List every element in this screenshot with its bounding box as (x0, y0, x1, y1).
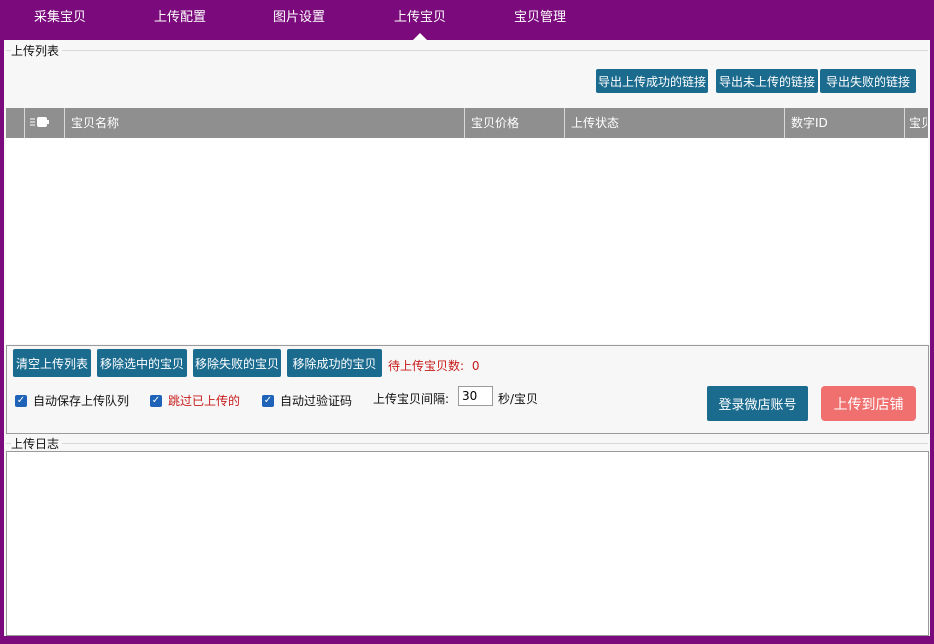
upload-controls-panel: 清空上传列表 移除选中的宝贝 移除失败的宝贝 移除成功的宝贝 待上传宝贝数: 0… (6, 345, 929, 434)
select-all-header[interactable] (24, 108, 63, 138)
auto-save-queue-checkbox[interactable]: ✓ 自动保存上传队列 (15, 392, 129, 409)
tab-upload-items[interactable]: 上传宝贝 (394, 0, 446, 40)
remove-success-items-button[interactable]: 移除成功的宝贝 (287, 349, 382, 377)
checkmark-icon: ✓ (262, 394, 274, 407)
checkbox-label: 跳过已上传的 (168, 394, 241, 408)
tab-upload-config[interactable]: 上传配置 (154, 0, 206, 40)
checkmark-icon: ✓ (15, 394, 27, 407)
tab-label: 上传宝贝 (394, 10, 447, 25)
upload-interval-label: 上传宝贝间隔: (373, 392, 450, 406)
pending-count-label: 待上传宝贝数: (388, 359, 465, 373)
column-header-numeric-id[interactable]: 数字ID (784, 108, 905, 138)
upload-interval-unit: 秒/宝贝 (498, 392, 539, 406)
divider (6, 50, 928, 51)
column-header-item-extra[interactable]: 宝贝 (904, 108, 927, 138)
pending-count-value: 0 (471, 359, 480, 373)
column-header-item-price[interactable]: 宝贝价格 (464, 108, 565, 138)
login-weidian-button[interactable]: 登录微店账号 (707, 386, 808, 421)
upload-interval-input[interactable] (458, 386, 493, 406)
export-success-links-button[interactable]: 导出上传成功的链接 (596, 69, 708, 93)
tab-label: 图片设置 (273, 10, 326, 25)
tab-collect[interactable]: 采集宝贝 (34, 0, 86, 40)
checkbox-label: 自动过验证码 (280, 394, 353, 408)
checkbox-label: 自动保存上传队列 (33, 394, 130, 408)
remove-failed-items-button[interactable]: 移除失败的宝贝 (193, 349, 281, 377)
tab-label: 上传配置 (154, 10, 207, 25)
tab-image-settings[interactable]: 图片设置 (273, 0, 325, 40)
divider (6, 443, 928, 444)
column-header-item-name[interactable]: 宝贝名称 (64, 108, 465, 138)
upload-table-body[interactable] (6, 138, 928, 344)
pending-count-display: 待上传宝贝数: 0 (388, 357, 480, 374)
upload-table-header: 宝贝名称 宝贝价格 上传状态 数字ID 宝贝 (6, 108, 928, 138)
select-all-checkbox-icon (29, 109, 51, 139)
upload-list-title: 上传列表 (11, 42, 63, 59)
upload-log-title: 上传日志 (11, 435, 63, 452)
active-tab-indicator-icon (413, 33, 427, 40)
tab-label: 宝贝管理 (514, 10, 567, 25)
row-header-cell (6, 108, 18, 138)
export-failed-links-button[interactable]: 导出失败的链接 (820, 69, 916, 93)
upload-page: 上传列表 导出上传成功的链接 导出未上传的链接 导出失败的链接 宝贝名称 宝贝价… (4, 40, 930, 636)
checkmark-icon: ✓ (150, 394, 162, 407)
clear-upload-list-button[interactable]: 清空上传列表 (13, 349, 91, 377)
top-nav: 采集宝贝 上传配置 图片设置 上传宝贝 宝贝管理 (0, 0, 934, 40)
remove-selected-items-button[interactable]: 移除选中的宝贝 (97, 349, 187, 377)
column-header-upload-status[interactable]: 上传状态 (564, 108, 785, 138)
auto-captcha-checkbox[interactable]: ✓ 自动过验证码 (262, 392, 352, 409)
export-not-uploaded-links-button[interactable]: 导出未上传的链接 (716, 69, 818, 93)
tab-item-management[interactable]: 宝贝管理 (514, 0, 566, 40)
upload-to-store-button[interactable]: 上传到店铺 (821, 386, 916, 421)
skip-uploaded-checkbox[interactable]: ✓ 跳过已上传的 (150, 392, 240, 409)
upload-log-area[interactable] (6, 451, 929, 636)
tab-label: 采集宝贝 (34, 10, 87, 25)
